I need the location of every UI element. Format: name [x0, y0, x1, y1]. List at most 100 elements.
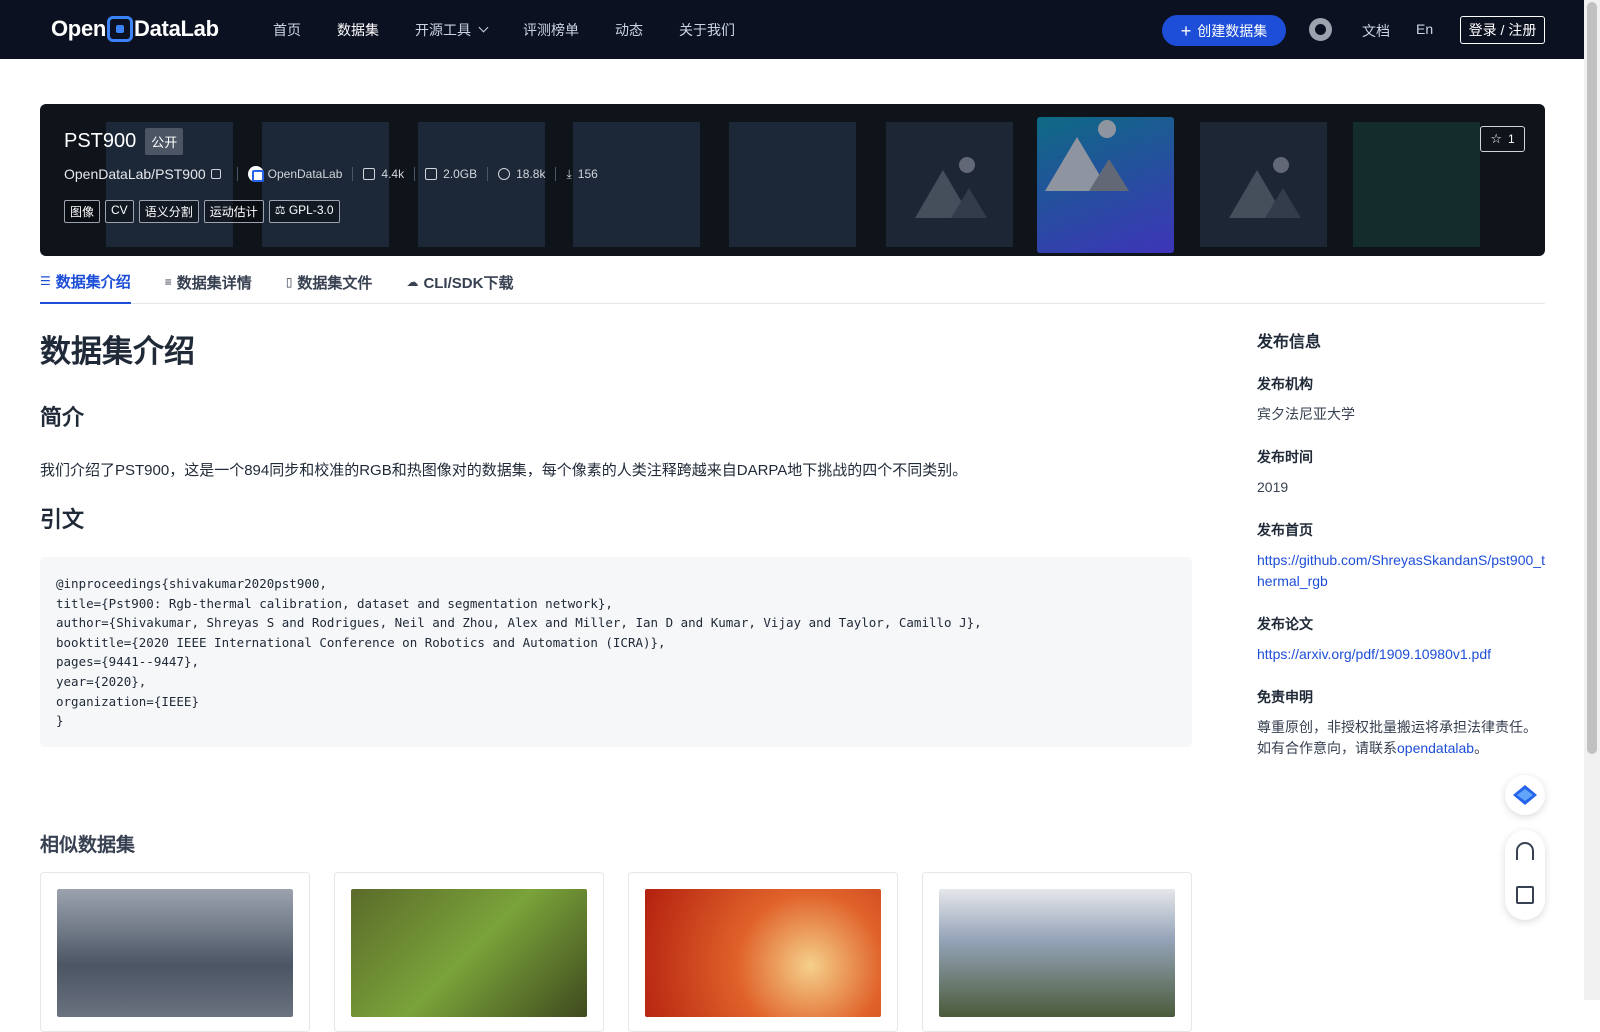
- logo-mark-icon: [107, 16, 134, 42]
- license-label: GPL-3.0: [288, 203, 334, 217]
- divider: [236, 167, 238, 181]
- dataset-size: 2.0GB: [443, 167, 478, 181]
- nav-leaderboard[interactable]: 评测榜单: [523, 20, 579, 40]
- tag[interactable]: 语义分割: [138, 200, 199, 223]
- eye-icon: [498, 168, 511, 180]
- similar-datasets-list: [40, 872, 1216, 1032]
- nav-datasets[interactable]: 数据集: [337, 20, 379, 40]
- license-tag[interactable]: ⚖ GPL-3.0: [268, 200, 340, 223]
- logo-text-datalab: DataLab: [134, 16, 219, 41]
- disclaimer-label: 免责申明: [1257, 689, 1313, 705]
- preview-tile: [1200, 122, 1327, 247]
- summary-heading: 简介: [40, 405, 85, 430]
- plus-icon: +: [1180, 20, 1192, 41]
- file-icon: ▯: [285, 275, 293, 289]
- homepage-link[interactable]: https://github.com/ShreyasSkandanS/pst90…: [1257, 550, 1547, 592]
- similar-dataset-card[interactable]: [922, 872, 1192, 1032]
- dataset-header: PST900 公开 OpenDataLab/PST900 OpenDataLab…: [40, 104, 1545, 256]
- tab-label: 数据集介绍: [55, 273, 131, 291]
- preview-tile: [418, 122, 545, 247]
- summary-text: 我们介绍了PST900，这是一个894同步和校准的RGB和热图像对的数据集，每个…: [40, 462, 968, 479]
- github-icon[interactable]: [1309, 18, 1332, 41]
- storage-icon: [425, 168, 438, 180]
- top-navbar: Open DataLab 首页 数据集 开源工具 评测榜单 动态 关于我们 + 创建…: [0, 0, 1584, 59]
- scrollbar-thumb[interactable]: [1587, 2, 1597, 754]
- divider: [555, 167, 557, 181]
- tab-introduction[interactable]: ☰ 数据集介绍: [40, 260, 131, 304]
- assistant-button[interactable]: [1505, 775, 1545, 815]
- org-label: 发布机构: [1257, 376, 1313, 392]
- disclaimer-line: 尊重原创，非授权批量搬运将承担法律责任。: [1257, 719, 1537, 735]
- divider: [487, 167, 489, 181]
- dataset-thumbnail: [57, 889, 293, 1017]
- copy-icon[interactable]: [210, 169, 221, 179]
- star-button[interactable]: ☆ 1: [1480, 126, 1525, 152]
- dataset-meta: OpenDataLab/PST900 OpenDataLab 4.4k 2.0G…: [64, 166, 598, 182]
- tab-details[interactable]: ≡ 数据集详情: [165, 260, 252, 304]
- publish-info-panel: 发布信息 发布机构 宾夕法尼亚大学 发布时间 2019 发布首页 https:/…: [1257, 328, 1547, 759]
- image-placeholder-icon: [1045, 120, 1129, 191]
- org-value: 宾夕法尼亚大学: [1257, 406, 1355, 422]
- divider: [414, 167, 416, 181]
- main-nav: 首页 数据集 开源工具 评测榜单 动态 关于我们: [273, 0, 771, 59]
- nav-news[interactable]: 动态: [615, 20, 643, 40]
- login-button[interactable]: 登录 / 注册: [1460, 16, 1545, 44]
- star-icon: ☆: [1490, 131, 1502, 146]
- nav-about[interactable]: 关于我们: [679, 20, 735, 40]
- citation-heading: 引文: [40, 507, 85, 532]
- scale-icon: ⚖: [274, 203, 289, 217]
- floating-toolbar: [1505, 830, 1545, 920]
- database-icon: ☰: [40, 274, 51, 288]
- logo-text-open: Open: [51, 16, 107, 41]
- preview-tile-highlight: [1037, 117, 1174, 253]
- disclaimer-end: 。: [1474, 740, 1489, 756]
- org-avatar-icon: [247, 166, 264, 182]
- citation-code-block: @inproceedings{shivakumar2020pst900, tit…: [40, 557, 1192, 747]
- dataset-path: OpenDataLab/PST900: [64, 166, 206, 182]
- visibility-badge: 公开: [145, 128, 184, 155]
- disclaimer-text: 尊重原创，非授权批量搬运将承担法律责任。 如有合作意向，请联系opendatal…: [1257, 717, 1547, 759]
- page-scrollbar[interactable]: [1584, 0, 1600, 1000]
- language-switch[interactable]: En: [1416, 21, 1433, 37]
- similar-dataset-card[interactable]: [40, 872, 310, 1032]
- preview-tile: [262, 122, 389, 247]
- files-icon: [363, 168, 376, 180]
- disclaimer-line: 如有合作意向，请联系: [1257, 740, 1397, 756]
- preview-tile: [573, 122, 700, 247]
- star-count: 1: [1507, 132, 1515, 146]
- time-label: 发布时间: [1257, 449, 1313, 465]
- dataset-thumbnail: [351, 889, 587, 1017]
- tab-download[interactable]: ☁ CLI/SDK下载: [406, 260, 513, 304]
- tag[interactable]: 运动估计: [203, 200, 264, 223]
- similar-dataset-card[interactable]: [334, 872, 604, 1032]
- nav-home[interactable]: 首页: [273, 20, 301, 40]
- create-dataset-button[interactable]: + 创建数据集: [1162, 15, 1286, 46]
- divider: [352, 167, 354, 181]
- tab-files[interactable]: ▯ 数据集文件: [286, 260, 373, 304]
- dataset-intro: 数据集介绍 简介 我们介绍了PST900，这是一个894同步和校准的RGB和热图…: [40, 316, 1192, 1032]
- tag[interactable]: 图像: [64, 200, 101, 223]
- tab-label: 数据集文件: [297, 274, 373, 292]
- headset-icon[interactable]: [1516, 842, 1534, 860]
- nav-tools[interactable]: 开源工具: [415, 20, 489, 40]
- image-placeholder-icon: [1228, 156, 1301, 218]
- paper-link[interactable]: https://arxiv.org/pdf/1909.10980v1.pdf: [1257, 644, 1547, 665]
- similar-dataset-card[interactable]: [628, 872, 898, 1032]
- cloud-download-icon: ☁: [406, 275, 419, 289]
- nav-tools-label: 开源工具: [415, 21, 471, 38]
- dataset-name: PST900: [64, 130, 137, 152]
- download-count: 156: [577, 167, 598, 181]
- file-count: 4.4k: [381, 167, 405, 181]
- opendatalab-logo[interactable]: Open DataLab: [51, 16, 219, 42]
- nav-docs[interactable]: 文档: [1362, 21, 1390, 41]
- preview-tile: [886, 122, 1013, 247]
- feedback-icon[interactable]: [1516, 886, 1534, 904]
- contact-link[interactable]: opendatalab: [1397, 740, 1474, 756]
- time-value: 2019: [1257, 479, 1289, 495]
- similar-datasets-heading: 相似数据集: [40, 835, 136, 856]
- tag[interactable]: CV: [105, 200, 134, 223]
- view-count: 18.8k: [516, 167, 546, 181]
- homepage-label: 发布首页: [1257, 522, 1313, 538]
- org-name[interactable]: OpenDataLab: [268, 167, 343, 181]
- tab-label: 数据集详情: [176, 274, 252, 292]
